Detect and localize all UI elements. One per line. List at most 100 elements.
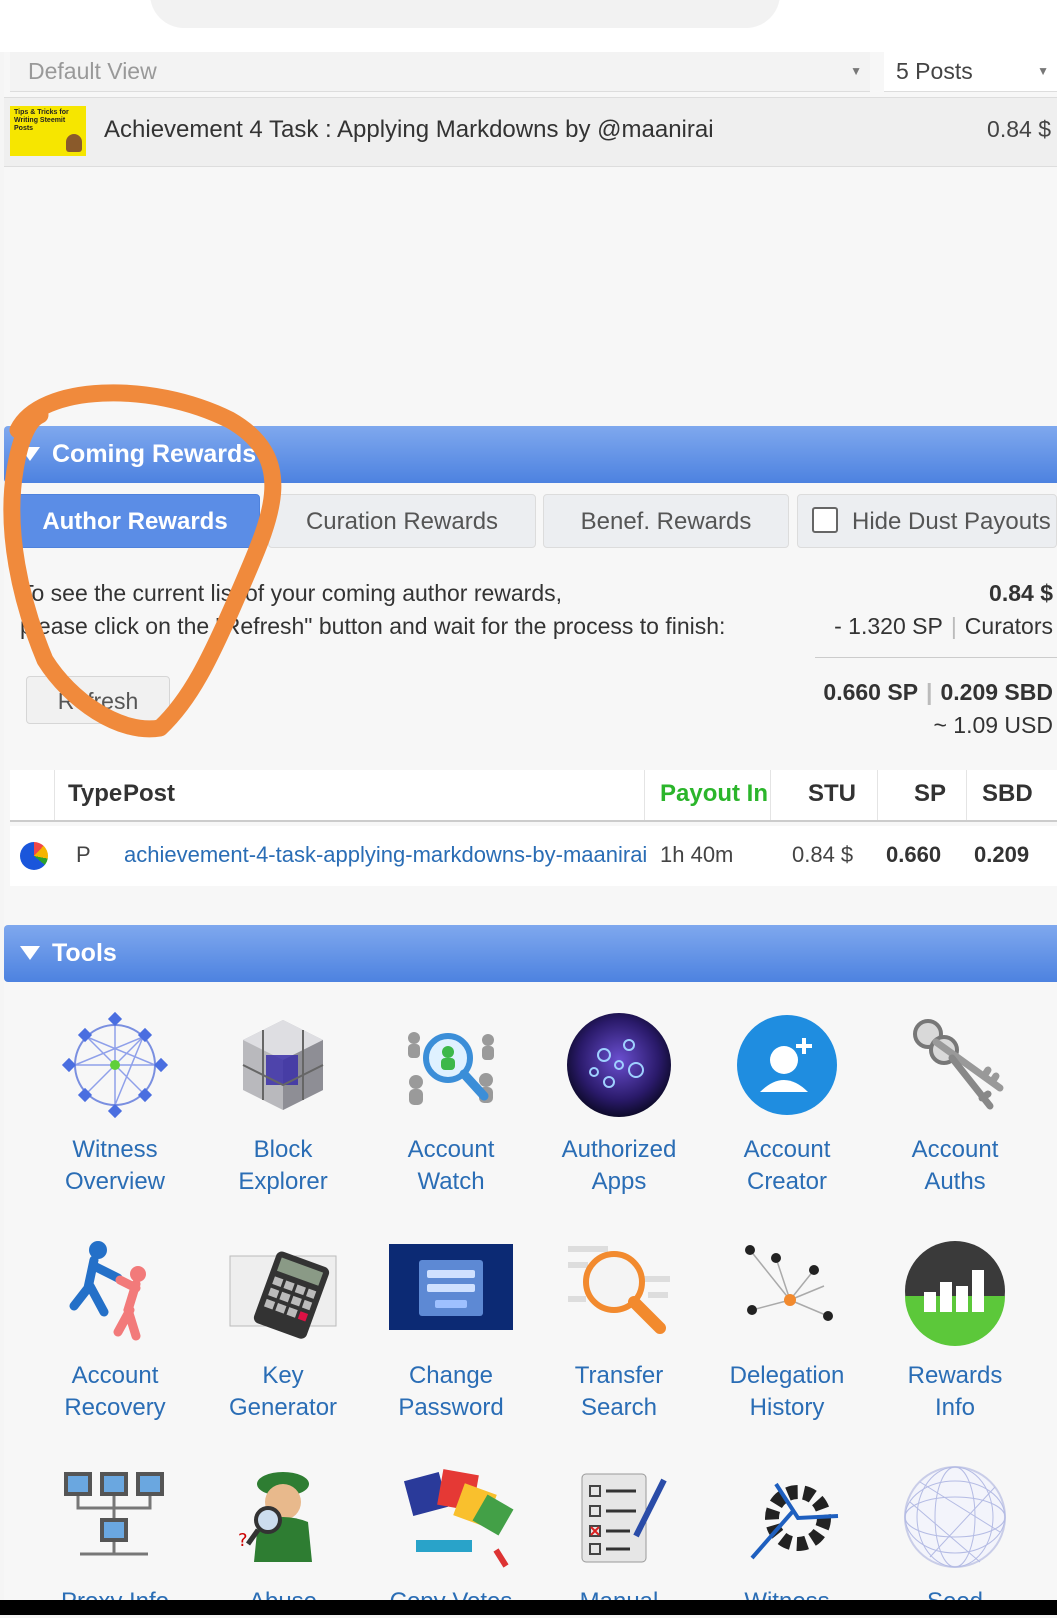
tool-abuse[interactable]: ? Abuse [199,1462,367,1618]
tab-curation-rewards[interactable]: Curation Rewards [268,494,536,548]
tool-authorized-apps[interactable]: Authorized Apps [535,1010,703,1198]
th-type[interactable]: Type [68,780,122,808]
row-sbd: 0.209 [974,842,1030,867]
rewards-info-line-1: To see the current list of your coming a… [20,580,563,606]
tool-delegation-history[interactable]: Delegation History [703,1236,871,1424]
collapse-triangle-icon [20,946,40,960]
summary-usd: 0.84 $ [989,580,1053,606]
table-header: Type Post Payout In STU SP SBD [10,770,1057,822]
chevron-down-icon: ▼ [850,64,862,78]
owl-icon [66,134,82,152]
th-payout-in[interactable]: Payout In [660,780,768,808]
tools-header[interactable]: Tools [4,925,1057,982]
copy-cards-icon [396,1462,514,1572]
th-stu[interactable]: STU [808,780,856,808]
summary-sp: - 1.320 SP [834,613,943,639]
separator: | [926,679,933,705]
tool-account-auths[interactable]: Account Auths [871,1010,1039,1198]
gear-icon [732,1462,842,1572]
th-sbd[interactable]: SBD [982,780,1033,808]
tool-change-password[interactable]: Change Password [367,1236,535,1424]
globe-mesh-icon [900,1462,1010,1572]
tab-benef-rewards[interactable]: Benef. Rewards [543,494,789,548]
thumbnail-text: Tips & Tricks for Writing Steemit Posts [14,109,69,132]
hide-dust-toggle[interactable]: Hide Dust Payouts [797,494,1057,548]
svg-text:?: ? [238,1530,248,1551]
checklist-icon [564,1462,674,1572]
tool-label: Authorized Apps [561,1136,677,1195]
tool-copy-votes[interactable]: Copy Votes [367,1462,535,1618]
total-sbd: 0.209 SBD [940,679,1053,705]
hide-dust-label: Hide Dust Payouts [852,508,1051,535]
table-row[interactable]: P achievement-4-task-applying-markdowns-… [10,826,1057,886]
address-pill[interactable] [150,0,780,28]
tool-transfer-search[interactable]: Transfer Search [535,1236,703,1424]
network-icon [60,1010,170,1120]
tool-account-watch[interactable]: Account Watch [367,1010,535,1198]
approx-usd: ~ 1.09 USD [933,712,1053,738]
coming-rewards-header[interactable]: Coming Rewards [4,426,1057,483]
summary-curators: Curators [964,613,1053,639]
tool-proxy-info[interactable]: Proxy Info [31,1462,199,1618]
tab-author-rewards[interactable]: Author Rewards [10,494,260,548]
posts-select[interactable]: 5 Posts ▼ [884,52,1057,92]
cube-icon [228,1010,338,1120]
tool-key-generator[interactable]: Key Generator [199,1236,367,1424]
delegation-network-icon [732,1236,842,1346]
column-divider [644,770,645,820]
tool-label: Account Recovery [64,1362,166,1421]
search-icon [564,1236,674,1346]
helping-hand-icon [60,1236,170,1346]
rewards-info-line-2: please click on the "Refresh" button and… [20,613,726,639]
tool-label: Key Generator [228,1362,338,1421]
total-sp: 0.660 SP [823,679,919,705]
coming-rewards-title: Coming Rewards [52,440,257,468]
add-user-icon [732,1010,842,1120]
monitors-icon [60,1462,170,1572]
tool-account-creator[interactable]: Account Creator [703,1010,871,1198]
bar-chart-icon [900,1236,1010,1346]
pie-chart-icon [20,842,48,870]
keys-icon [900,1010,1010,1120]
tool-label: Change Password [398,1362,504,1421]
hide-dust-checkbox[interactable] [812,506,838,533]
tool-label: Account Creator [743,1136,831,1195]
refresh-button[interactable]: Refresh [26,676,170,724]
th-post[interactable]: Post [123,780,175,808]
tool-witness-overview[interactable]: Witness Overview [31,1010,199,1198]
column-divider [966,770,967,820]
row-post-link[interactable]: achievement-4-task-applying-markdowns-by… [124,842,647,868]
tool-label: Account Watch [407,1136,495,1195]
tool-block-explorer[interactable]: Block Explorer [199,1010,367,1198]
tool-account-recovery[interactable]: Account Recovery [31,1236,199,1424]
summary-divider [815,657,1057,658]
browser-top-bar [0,0,1057,52]
globe-apps-icon [564,1010,674,1120]
view-select[interactable]: Default View ▼ [10,52,870,92]
tool-label: Witness Overview [64,1136,166,1195]
row-stu: 0.84 $ [792,842,854,867]
tool-label: Account Auths [911,1136,999,1195]
screen-bottom-edge [0,1600,1057,1615]
tool-label: Delegation History [729,1362,845,1421]
magnifier-people-icon [396,1010,506,1120]
posts-select-value: 5 Posts [896,58,973,84]
login-screen-icon [389,1236,513,1346]
post-title[interactable]: Achievement 4 Task : Applying Markdowns … [104,116,714,144]
post-value: 0.84 $ [987,116,1051,142]
th-sp[interactable]: SP [914,780,946,808]
tools-title: Tools [52,939,117,967]
tool-manual[interactable]: Manual [535,1462,703,1618]
view-select-value: Default View [28,58,157,84]
calculator-icon [228,1236,338,1346]
row-type: P [76,842,91,867]
separator: | [950,613,957,639]
tool-seed[interactable]: Seed [871,1462,1039,1618]
row-sp: 0.660 [886,842,942,867]
post-row[interactable]: Tips & Tricks for Writing Steemit Posts … [4,97,1057,167]
tool-rewards-info[interactable]: Rewards Info [871,1236,1039,1424]
tool-witness[interactable]: Witness [703,1462,871,1618]
summary-total-line: 0.660 SP | 0.209 SBD [823,679,1053,706]
collapse-triangle-icon [20,447,40,461]
tool-label: Transfer Search [574,1362,664,1421]
